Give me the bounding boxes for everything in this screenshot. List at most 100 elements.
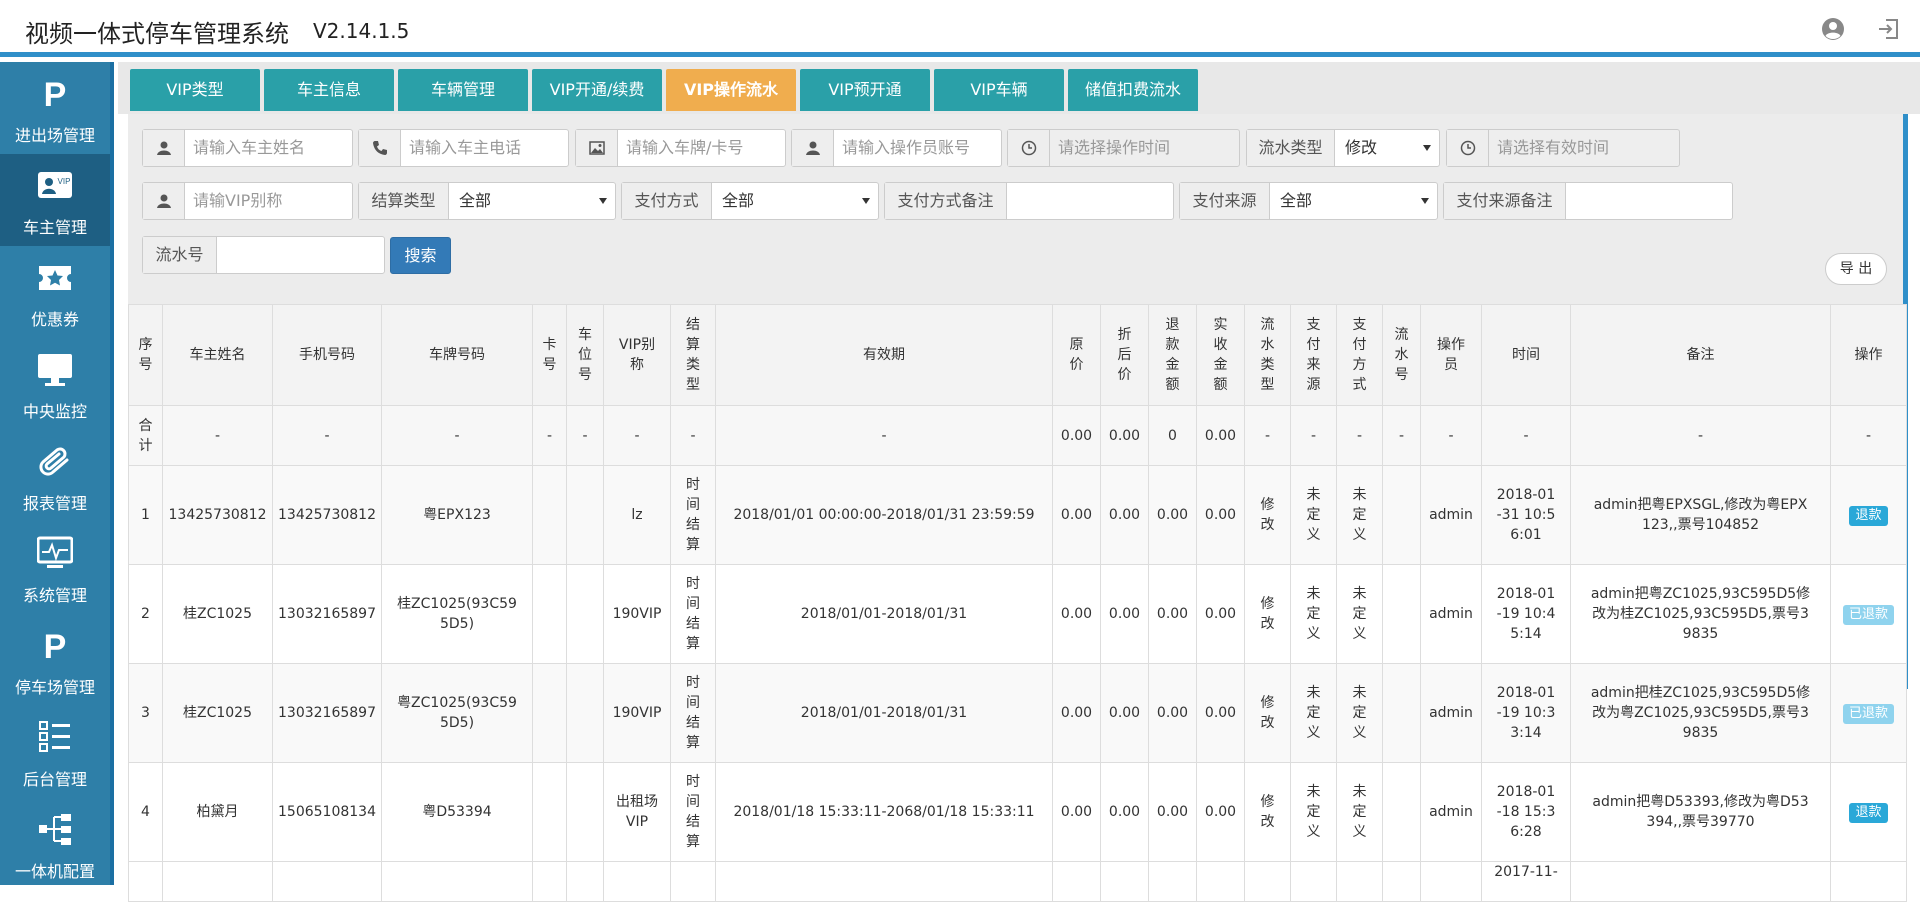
tab-owner-info[interactable]: 车主信息 — [264, 69, 394, 111]
pay-method-select[interactable]: 支付方式 全部 — [621, 182, 879, 220]
cell-partial — [670, 861, 716, 902]
cell-orig: 0.00 — [1052, 663, 1101, 763]
cell-time: 2018-01-31 10:56:01 — [1481, 465, 1571, 565]
valid-time-field[interactable]: 请选择有效时间 — [1446, 129, 1680, 167]
refund-button[interactable]: 退款 — [1849, 505, 1888, 526]
refund-button[interactable]: 退款 — [1849, 802, 1888, 823]
app-title: 视频一体式停车管理系统 — [25, 20, 289, 48]
cell-partial — [715, 861, 1053, 902]
col-header-phone: 手机号码 — [272, 304, 382, 406]
pay-method-value: 全部 — [722, 191, 755, 210]
owner-name-placeholder: 请输入车主姓名 — [193, 138, 306, 157]
summary-cell: - — [603, 405, 671, 466]
plate-card-field[interactable]: 请输入车牌/卡号 — [575, 129, 786, 167]
cell-plate: 粤EPX123 — [381, 465, 533, 565]
cell-pmethod: 未定义 — [1336, 465, 1383, 565]
cell-partial — [162, 861, 273, 902]
cell-partial — [1196, 861, 1245, 902]
col-header-pay-method: 支付方式 — [1336, 304, 1383, 406]
col-header-owner-name: 车主姓名 — [162, 304, 273, 406]
cell-refund: 0.00 — [1148, 465, 1197, 565]
summary-cell: - — [1382, 405, 1421, 466]
col-header-original-price: 原价 — [1052, 304, 1101, 406]
owner-phone-field[interactable]: 请输入车主电话 — [358, 129, 569, 167]
tab-vip-open-renew[interactable]: VIP开通/续费 — [532, 69, 662, 111]
logout-icon[interactable] — [1877, 17, 1901, 41]
summary-row: 合计 - - - - - - - - 0.00 0.00 0 0.00 - - … — [128, 405, 1907, 466]
cell-ftype: 修改 — [1244, 465, 1291, 565]
cell-partial — [1570, 861, 1831, 902]
settle-type-select[interactable]: 结算类型 全部 — [358, 182, 616, 220]
sidebar-item-label: 停车场管理 — [14, 678, 95, 697]
sidebar-item-entry-exit[interactable]: P 进出场管理 — [0, 62, 110, 154]
cell-actual: 0.00 — [1196, 465, 1245, 565]
pay-source-label: 支付来源 — [1180, 183, 1270, 219]
sidebar-item-reports[interactable]: 报表管理 — [0, 430, 110, 522]
sidebar-item-monitor[interactable]: 中央监控 — [0, 338, 110, 430]
cell-partial — [603, 861, 671, 902]
cell-partial — [1244, 861, 1291, 902]
serial-number-field[interactable]: 流水号 — [142, 236, 385, 274]
operator-field[interactable]: 请输入操作员账号 — [791, 129, 1002, 167]
cell-note: admin把粤EPXSGL,修改为粤EPX123,,票号104852 — [1570, 465, 1831, 565]
sidebar-item-device-config[interactable]: 一体机配置 — [0, 798, 110, 890]
cell-valid: 2018/01/01 00:00:00-2018/01/31 23:59:59 — [715, 465, 1053, 565]
parking-icon: P — [44, 76, 67, 114]
cell-valid: 2018/01/01-2018/01/31 — [715, 663, 1053, 763]
cell-partial — [532, 861, 567, 902]
tab-bar: VIP类型 车主信息 车辆管理 VIP开通/续费 VIP操作流水 VIP预开通 … — [118, 62, 1920, 114]
sidebar-item-owner[interactable]: VIP 车主管理 — [0, 154, 110, 246]
user-icon[interactable] — [1821, 17, 1845, 41]
cell-partial — [381, 861, 533, 902]
cell-disc: 0.00 — [1100, 465, 1149, 565]
cell-partial — [1100, 861, 1149, 902]
table-body: 1 13425730812 13425730812 粤EPX123 lz 时间结算 2018… — [128, 465, 1907, 902]
cell-orig: 0.00 — [1052, 564, 1101, 664]
pay-method-note-field[interactable]: 支付方式备注 — [884, 182, 1174, 220]
sidebar-item-label: 优惠券 — [30, 310, 79, 329]
sidebar-item-parking-lot[interactable]: P 停车场管理 — [0, 614, 110, 706]
sidebar-item-coupon[interactable]: 优惠券 — [0, 246, 110, 338]
tab-vip-pre-open[interactable]: VIP预开通 — [800, 69, 930, 111]
operator-placeholder: 请输入操作员账号 — [842, 138, 971, 157]
cell-partial — [1382, 861, 1421, 902]
sidebar-item-system[interactable]: 系统管理 — [0, 522, 110, 614]
operation-time-field[interactable]: 请选择操作时间 — [1007, 129, 1240, 167]
vip-card-icon: VIP — [38, 172, 72, 198]
svg-text:P: P — [44, 628, 67, 666]
pay-source-select[interactable]: 支付来源 全部 — [1179, 182, 1438, 220]
export-button[interactable]: 导 出 — [1825, 253, 1887, 285]
cell-action: 已退款 — [1830, 663, 1907, 763]
cell-settle: 时间结算 — [670, 762, 716, 862]
cell-no: 1 — [128, 465, 163, 565]
cell-space — [566, 564, 604, 664]
chevron-down-icon — [862, 198, 870, 204]
svg-text:VIP: VIP — [58, 177, 71, 186]
settle-type-value: 全部 — [459, 191, 492, 210]
svg-text:P: P — [44, 76, 67, 114]
vip-alias-field[interactable]: 请输VIP别称 — [142, 182, 353, 220]
tab-vip-type[interactable]: VIP类型 — [130, 69, 260, 111]
cell-orig: 0.00 — [1052, 762, 1101, 862]
tab-vehicle-management[interactable]: 车辆管理 — [398, 69, 528, 111]
owner-name-field[interactable]: 请输入车主姓名 — [142, 129, 353, 167]
sidebar-item-backend[interactable]: 后台管理 — [0, 706, 110, 798]
sidebar-item-label: 一体机配置 — [14, 862, 95, 881]
tab-vip-vehicles[interactable]: VIP车辆 — [934, 69, 1064, 111]
flow-type-select[interactable]: 流水类型 修改 — [1246, 129, 1440, 167]
cell-partial — [566, 861, 604, 902]
pay-source-note-field[interactable]: 支付来源备注 — [1443, 182, 1733, 220]
col-header-space: 车位号 — [566, 304, 604, 406]
cell-name: 13425730812 — [162, 465, 273, 565]
cell-alias: 190VIP — [603, 564, 671, 664]
col-header-card: 卡号 — [532, 304, 567, 406]
col-header-time: 时间 — [1481, 304, 1571, 406]
cell-name: 桂ZC1025 — [162, 564, 273, 664]
search-button[interactable]: 搜索 — [390, 237, 451, 274]
col-header-vip-alias: VIP别称 — [603, 304, 671, 406]
top-header: 视频一体式停车管理系统 V2.14.1.5 — [0, 0, 1920, 57]
sidebar-item-label: 系统管理 — [22, 586, 87, 605]
tab-stored-value-flow[interactable]: 储值扣费流水 — [1068, 69, 1198, 111]
cell-plate: 粤D53394 — [381, 762, 533, 862]
tab-vip-operation-flow[interactable]: VIP操作流水 — [666, 69, 796, 111]
